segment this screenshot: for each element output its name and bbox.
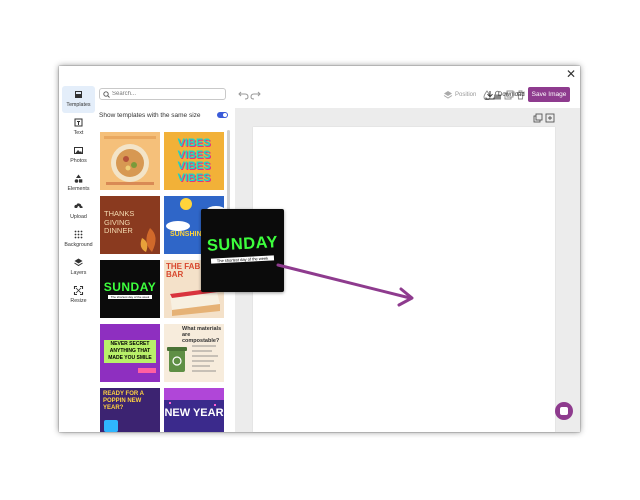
dragged-template-title: SUNDAY bbox=[206, 233, 279, 255]
template-tile[interactable]: READY FOR A POPPIN NEW YEAR? bbox=[100, 388, 160, 432]
position-label[interactable]: Position bbox=[455, 92, 476, 98]
canvas-area bbox=[235, 108, 580, 432]
add-page-icon[interactable] bbox=[545, 113, 555, 123]
dragged-template-preview[interactable]: SUNDAY The shortest day of the week bbox=[201, 209, 284, 292]
same-size-toggle[interactable] bbox=[217, 112, 228, 118]
close-icon[interactable]: ✕ bbox=[566, 68, 576, 80]
search-input[interactable] bbox=[112, 89, 222, 99]
sidebar-item-label: Templates bbox=[66, 102, 91, 108]
list-lines bbox=[192, 345, 218, 372]
undo-icon[interactable] bbox=[238, 90, 249, 100]
chat-icon[interactable] bbox=[555, 402, 573, 420]
save-image-button[interactable]: Save Image bbox=[528, 87, 570, 102]
layers-icon bbox=[74, 258, 83, 267]
template-tile[interactable] bbox=[100, 132, 160, 190]
background-icon bbox=[74, 230, 83, 239]
position-layers-icon bbox=[443, 91, 453, 99]
sidebar-item-label: Layers bbox=[70, 270, 87, 276]
decoration bbox=[104, 420, 118, 432]
text-icon bbox=[74, 118, 83, 127]
sidebar-item-photos[interactable]: Photos bbox=[62, 142, 95, 169]
photos-icon bbox=[74, 147, 83, 154]
upload-icon bbox=[74, 203, 83, 210]
sidebar-item-elements[interactable]: Elements bbox=[62, 170, 95, 197]
sidebar-item-label: Upload bbox=[70, 214, 87, 220]
editor-modal: ✕ Templates Text Photos Elements Upload … bbox=[59, 66, 580, 432]
sidebar-rail: Templates Text Photos Elements Upload Ba… bbox=[59, 83, 97, 432]
artboard[interactable] bbox=[253, 127, 555, 432]
sidebar-item-label: Elements bbox=[67, 186, 90, 192]
template-tile[interactable]: NEW YEAR bbox=[164, 388, 224, 432]
search-icon bbox=[103, 91, 110, 98]
sidebar-item-label: Photos bbox=[70, 158, 87, 164]
sidebar-item-label: Resize bbox=[70, 298, 87, 304]
template-tile[interactable]: NEVER SECRET ANYTHING THAT MADE YOU SMIL… bbox=[100, 324, 160, 382]
templates-icon bbox=[75, 91, 82, 98]
dragged-template-subtitle: The shortest day of the week bbox=[210, 255, 275, 264]
leaves-image bbox=[140, 228, 156, 252]
sidebar-item-background[interactable]: Background bbox=[62, 226, 95, 253]
sidebar-item-label: Background bbox=[64, 242, 93, 248]
tag-decoration bbox=[138, 368, 156, 373]
same-size-toggle-label: Show templates with the same size bbox=[99, 112, 201, 119]
template-tile[interactable]: VIBES VIBES VIBES VIBES bbox=[164, 132, 224, 190]
template-tile[interactable]: SUNDAY The shortest day of the week bbox=[100, 260, 160, 318]
sidebar-item-resize[interactable]: Resize bbox=[62, 282, 95, 309]
download-icon bbox=[485, 91, 495, 100]
template-tile[interactable]: THANKS GIVING DINNER bbox=[100, 196, 160, 254]
sidebar-item-layers[interactable]: Layers bbox=[62, 254, 95, 281]
redo-icon[interactable] bbox=[250, 90, 261, 100]
search-box bbox=[99, 88, 226, 100]
sidebar-item-upload[interactable]: Upload bbox=[62, 198, 95, 225]
elements-icon bbox=[74, 174, 83, 183]
copy-page-icon[interactable] bbox=[533, 113, 543, 123]
food-image bbox=[100, 132, 160, 190]
sidebar-item-text[interactable]: Text bbox=[62, 114, 95, 141]
template-tile[interactable]: What materials are compostable? bbox=[164, 324, 224, 382]
compost-bin-image bbox=[167, 347, 187, 372]
resize-icon bbox=[73, 285, 84, 296]
sidebar-item-label: Text bbox=[73, 130, 84, 136]
sidebar-item-templates[interactable]: Templates bbox=[62, 86, 95, 113]
